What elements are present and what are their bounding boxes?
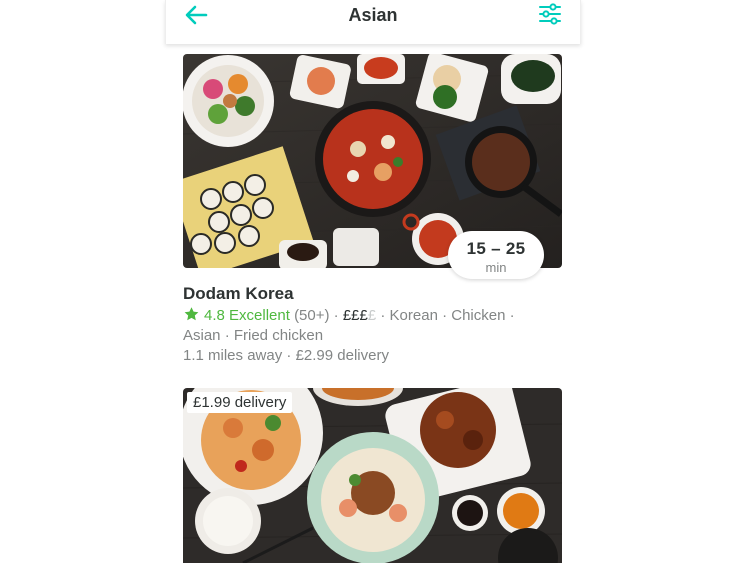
sliders-icon [539, 3, 561, 25]
restaurant-image[interactable] [183, 388, 562, 563]
filter-button[interactable] [538, 2, 562, 26]
price-level-inactive: £ [367, 307, 377, 324]
distance: 1.1 miles away [183, 347, 283, 364]
top-bar: Asian [165, 0, 581, 44]
cuisine-tags-continued: Asian · Fried chicken [183, 327, 324, 344]
distance-line: 1.1 miles away · £2.99 delivery [183, 347, 389, 364]
star-icon [183, 306, 200, 322]
delivery-time-badge: 15 – 25 min [448, 231, 544, 279]
delivery-fee-badge: £1.99 delivery [187, 392, 293, 413]
rating-line: 4.8 Excellent (50+) · ££££ · Korean · Ch… [183, 306, 515, 324]
delivery-fee: £2.99 delivery [295, 347, 389, 364]
rating-count: (50+) [294, 307, 330, 324]
eta-range: 15 – 25 [466, 239, 526, 258]
food-photo [183, 388, 562, 563]
eta-unit: min [485, 260, 507, 275]
page-title: Asian [348, 5, 398, 25]
separator: · [286, 347, 292, 364]
separator: · [333, 307, 339, 324]
rating-value: 4.8 Excellent [204, 307, 290, 324]
price-level: £££ [342, 307, 368, 324]
restaurant-name[interactable]: Dodam Korea [183, 284, 294, 304]
cuisine-tags: · Korean · Chicken · [380, 307, 515, 324]
